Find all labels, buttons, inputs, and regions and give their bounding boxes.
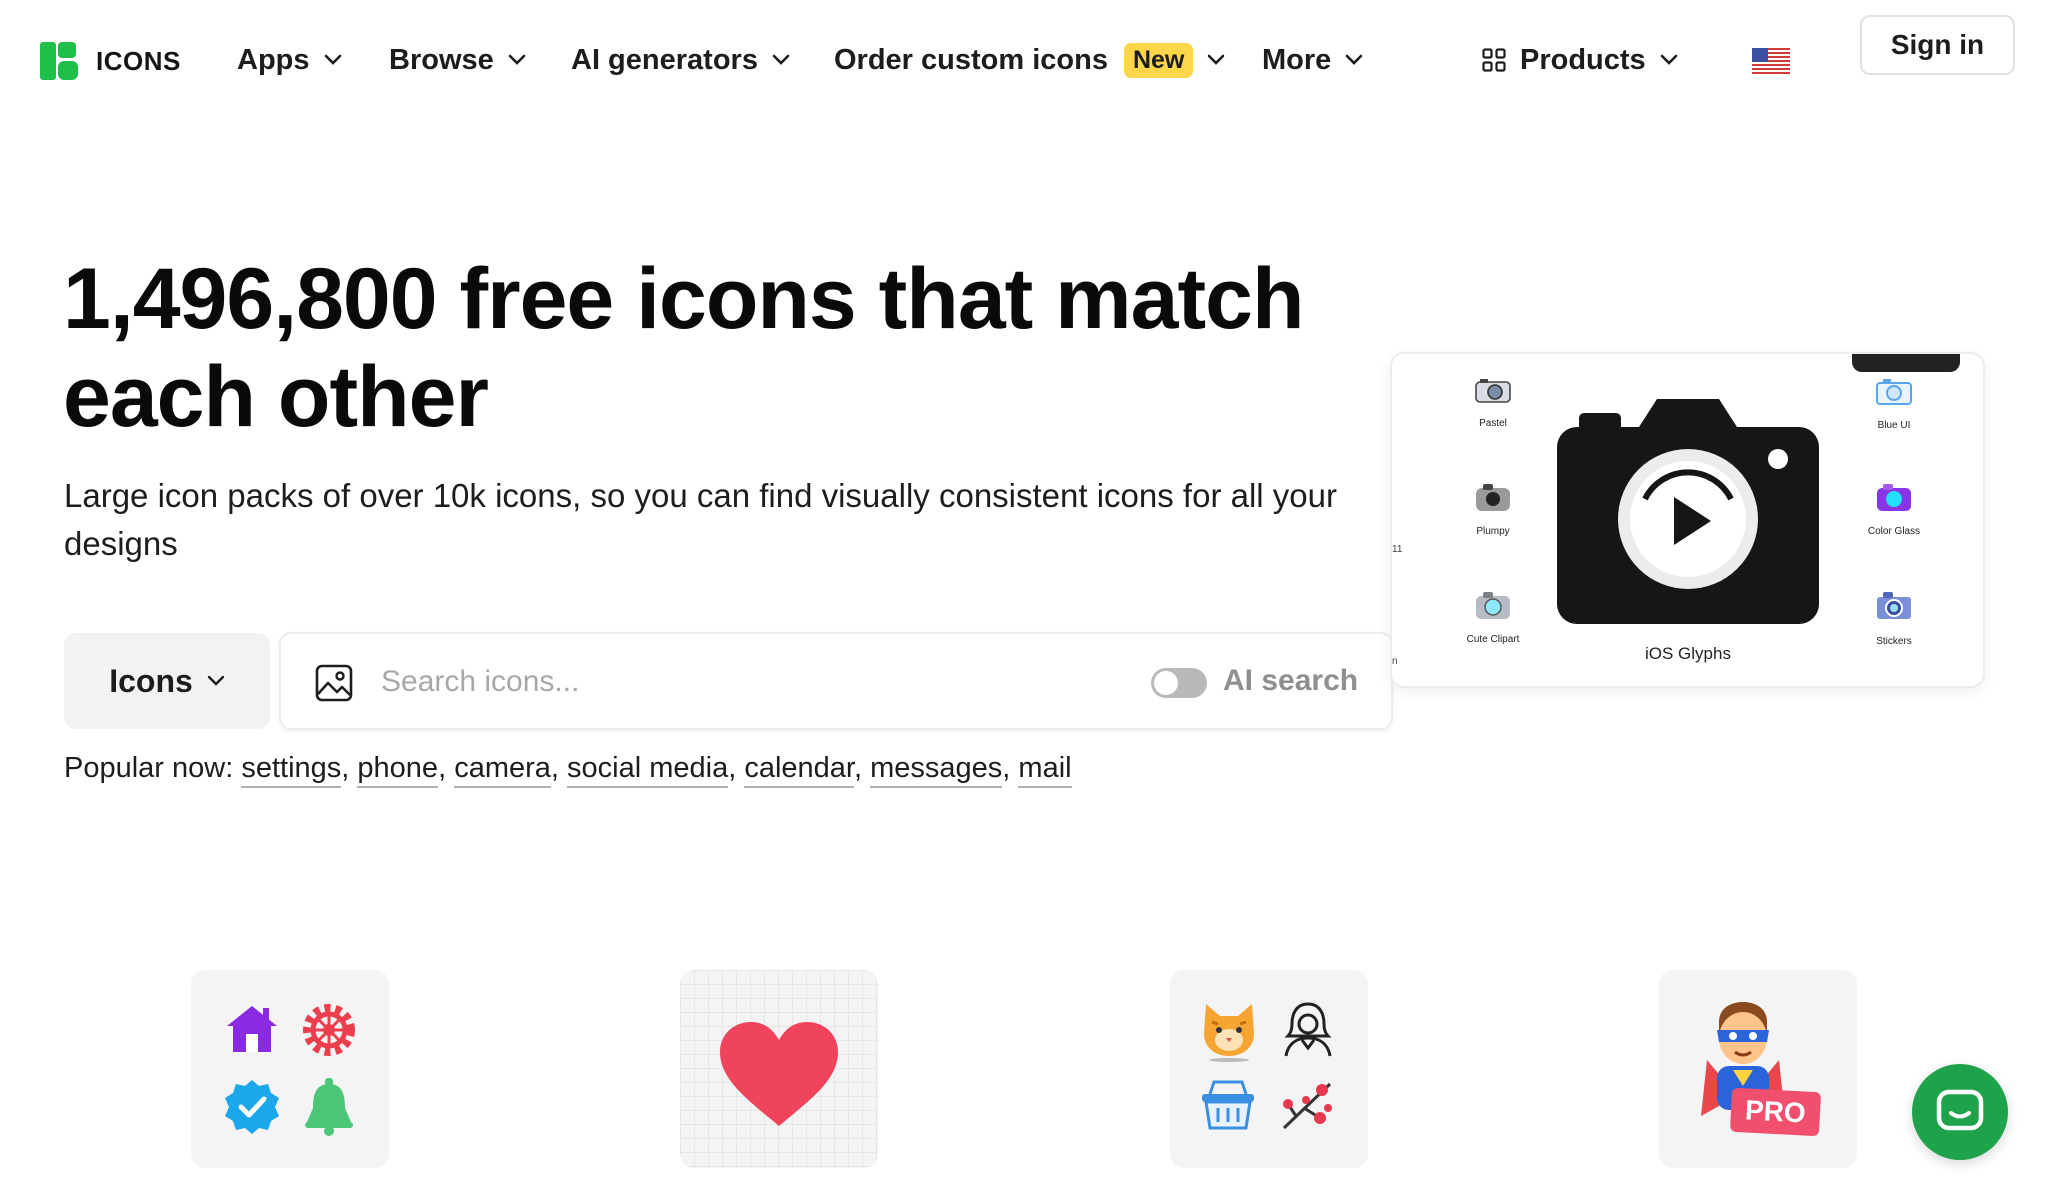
grid-icon [1482,48,1506,72]
house-icon [227,1006,277,1052]
popular-link-settings[interactable]: settings [241,752,342,788]
search-input[interactable] [381,654,1081,710]
cat-icon [1204,1004,1254,1062]
style-label: Pastel [1479,418,1507,429]
camera-plumpy-icon [1476,484,1510,511]
verified-badge-icon [225,1080,279,1134]
chat-icon [1936,1089,1984,1131]
style-label: Stickers [1876,636,1912,647]
bell-icon [305,1078,353,1136]
asset-type-label: Icons [109,662,193,699]
nav-apps[interactable]: Apps [237,38,342,82]
nav-ai-generators-label: AI generators [571,43,758,76]
camera-cute-clipart-icon [1476,592,1510,619]
nav-browse-label: Browse [389,43,494,76]
center-style-label: iOS Glyphs [1645,644,1731,663]
edge-label-fragment: 11 [1392,544,1403,555]
blossom-icon [1282,1082,1332,1130]
popular-link-phone[interactable]: phone [357,752,439,788]
style-plumpy: Plumpy [1438,482,1548,537]
tile-vector-heart[interactable] [680,970,878,1168]
style-color-glass: Color Glass [1839,482,1949,537]
popular-link-social-media[interactable]: social media [567,752,729,788]
top-navigation: ICONS Apps Browse AI generators Order cu… [0,0,2048,120]
camera-ios-glyphs-icon [1557,399,1819,624]
image-search-icon[interactable] [315,664,353,702]
popular-link-camera[interactable]: camera [454,752,551,788]
nav-browse[interactable]: Browse [389,38,526,82]
chevron-down-icon [1345,54,1363,65]
us-flag-icon[interactable] [1752,48,1790,74]
icon-style-showcase: 11 n Pastel Plumpy Cute Clipart iOS Glyp… [1390,352,1985,688]
hero-subtitle: Large icon packs of over 10k icons, so y… [64,477,1337,562]
edge-label-fragment: n [1392,656,1398,667]
nav-order-custom-icons[interactable]: Order custom icons New [834,38,1225,82]
heart-icon [720,1022,838,1126]
brand-logo[interactable]: ICONS [40,42,181,80]
chevron-down-icon [1208,54,1225,65]
nav-more[interactable]: More [1262,38,1363,82]
search-bar: AI search [279,632,1393,730]
chevron-down-icon [324,54,341,65]
brand-name: ICONS [96,45,181,76]
nav-apps-label: Apps [237,43,310,76]
toggle-knob [1154,671,1178,695]
camera-pastel-icon [1475,379,1511,403]
chevron-down-icon [772,54,790,65]
ai-search-toggle[interactable] [1151,668,1207,698]
phone-notch [1852,354,1960,372]
nav-order-custom-label: Order custom icons [834,43,1108,76]
tile-3d-pro[interactable]: PRO [1659,970,1857,1168]
gear-icon [303,1004,355,1056]
icons8-logo-icon [40,42,78,80]
camera-color-glass-icon [1877,484,1911,511]
popular-link-mail[interactable]: mail [1018,752,1072,788]
style-label: Color Glass [1867,526,1921,537]
camera-blue-ui-icon [1876,379,1912,405]
style-stickers: Stickers [1839,590,1949,647]
asset-type-dropdown[interactable]: Icons [64,633,270,729]
camera-stickers-icon [1875,592,1913,621]
popular-link-messages[interactable]: messages [870,752,1003,788]
nav-products-label: Products [1520,43,1646,76]
woman-icon [1284,1002,1332,1057]
nav-products[interactable]: Products [1482,38,1678,82]
style-pastel: Pastel [1438,376,1548,429]
new-badge: New [1123,42,1194,78]
nav-ai-generators[interactable]: AI generators [571,38,790,82]
style-label: Plumpy [1476,526,1510,537]
style-label: Blue UI [1877,420,1911,431]
popular-searches: Popular now: settings, phone, camera, so… [64,752,1072,788]
style-label: Cute Clipart [1466,634,1520,645]
popular-label: Popular now: [64,752,234,784]
chevron-down-icon [1660,54,1677,65]
ai-search-label: AI search [1223,664,1359,697]
popular-link-calendar[interactable]: calendar [744,752,854,788]
style-blue-ui: Blue UI [1839,376,1949,431]
chevron-down-icon [508,54,526,65]
tile-icons[interactable] [191,970,389,1168]
tile-illustrations[interactable] [1170,970,1368,1168]
chevron-down-icon [207,675,224,686]
sign-in-button[interactable]: Sign in [1860,15,2015,75]
pro-badge: PRO [1729,1087,1821,1137]
style-cute-clipart: Cute Clipart [1438,590,1548,645]
nav-more-label: More [1262,43,1332,76]
basket-icon [1202,1080,1254,1130]
page-title: 1,496,800 free icons that match each oth… [63,251,1304,445]
chat-support-button[interactable] [1912,1064,2008,1160]
